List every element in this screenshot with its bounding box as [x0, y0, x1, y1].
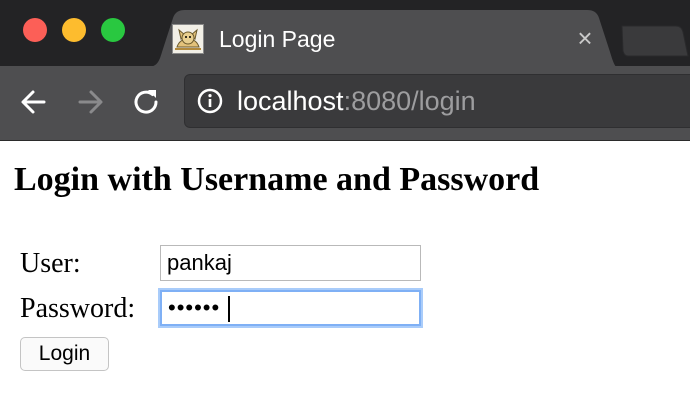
- login-button[interactable]: Login: [20, 337, 109, 371]
- browser-tab[interactable]: Login Page ×: [147, 10, 617, 67]
- tab-shape: [147, 10, 617, 67]
- tab-title: Login Page: [219, 26, 336, 52]
- username-input[interactable]: [160, 245, 421, 281]
- forward-arrow-icon[interactable]: [72, 84, 108, 120]
- back-arrow-icon[interactable]: [16, 84, 52, 120]
- page-content: Login with Username and Password User: P…: [0, 141, 690, 394]
- info-icon[interactable]: [197, 88, 223, 114]
- text-caret: [228, 296, 230, 322]
- tab-bar: Login Page ×: [0, 0, 690, 67]
- page-title: Login with Username and Password: [14, 161, 540, 198]
- tab-close-icon[interactable]: ×: [572, 25, 598, 51]
- new-tab-button[interactable]: [620, 24, 690, 58]
- address-bar[interactable]: localhost:8080/login: [184, 74, 690, 128]
- url-text: localhost:8080/login: [237, 85, 476, 117]
- reload-icon[interactable]: [128, 84, 164, 120]
- password-input[interactable]: [160, 290, 421, 326]
- url-host: localhost: [237, 86, 344, 116]
- browser-toolbar: localhost:8080/login: [0, 66, 690, 141]
- password-label: Password:: [20, 293, 136, 324]
- window-minimize-button[interactable]: [62, 18, 86, 42]
- user-label: User:: [20, 248, 81, 279]
- url-port-path: :8080/login: [343, 86, 476, 116]
- tomcat-favicon-icon: [172, 24, 204, 54]
- window-maximize-button[interactable]: [101, 18, 125, 42]
- window-close-button[interactable]: [23, 18, 47, 42]
